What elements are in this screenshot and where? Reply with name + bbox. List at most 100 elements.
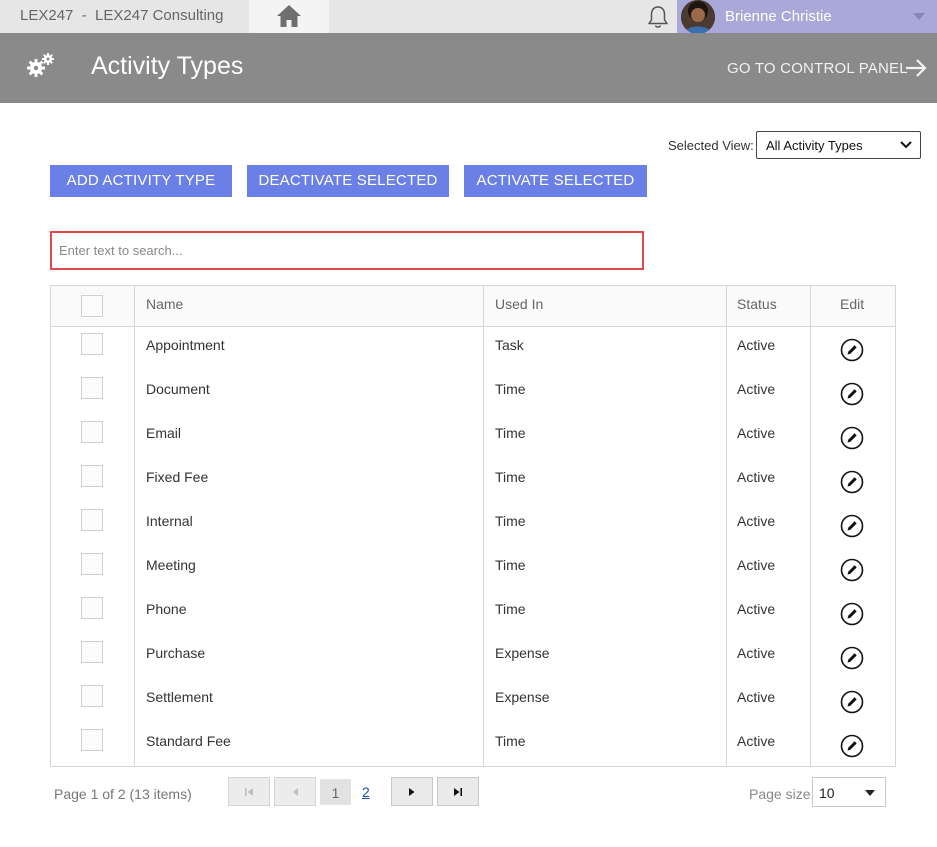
- user-menu[interactable]: Brienne Christie: [677, 0, 937, 34]
- page-title: Activity Types: [91, 52, 244, 80]
- table-row: Fixed Fee Time Active: [51, 459, 895, 503]
- row-name: Phone: [146, 601, 187, 617]
- row-status: Active: [737, 601, 776, 617]
- table-row: Standard Fee Time Active: [51, 723, 895, 767]
- chevron-down-icon: [900, 141, 912, 149]
- page-header: Activity Types GO TO CONTROL PANEL: [0, 33, 937, 103]
- row-checkbox[interactable]: [81, 333, 103, 355]
- edit-icon[interactable]: [840, 470, 864, 494]
- activity-types-grid: Name Used In Status Edit Appointment Task…: [50, 285, 896, 767]
- edit-icon[interactable]: [840, 382, 864, 406]
- first-page-icon: [245, 787, 253, 796]
- selected-view-select[interactable]: All Activity Types: [756, 131, 921, 159]
- row-status: Active: [737, 557, 776, 573]
- bell-icon[interactable]: [645, 4, 671, 30]
- table-row: Purchase Expense Active: [51, 635, 895, 679]
- table-row: Settlement Expense Active: [51, 679, 895, 723]
- chevron-down-icon[interactable]: [913, 13, 925, 20]
- last-page-icon: [454, 787, 462, 796]
- table-row: Document Time Active: [51, 371, 895, 415]
- row-checkbox[interactable]: [81, 729, 103, 751]
- row-checkbox[interactable]: [81, 377, 103, 399]
- user-name[interactable]: Brienne Christie: [725, 8, 832, 25]
- row-used-in: Time: [495, 381, 526, 397]
- row-used-in: Expense: [495, 689, 550, 705]
- control-panel-link[interactable]: GO TO CONTROL PANEL: [727, 60, 908, 77]
- avatar-image: [681, 0, 715, 34]
- deactivate-selected-button[interactable]: DEACTIVATE SELECTED: [247, 165, 449, 197]
- row-checkbox[interactable]: [81, 685, 103, 707]
- row-status: Active: [737, 381, 776, 397]
- row-used-in: Time: [495, 557, 526, 573]
- table-row: Internal Time Active: [51, 503, 895, 547]
- pager-info: Page 1 of 2 (13 items): [54, 786, 192, 802]
- top-bar: LEX247 - LEX247 Consulting Brienne Chris…: [0, 0, 937, 34]
- avatar[interactable]: [681, 0, 715, 34]
- row-checkbox[interactable]: [81, 553, 103, 575]
- edit-icon[interactable]: [840, 426, 864, 450]
- row-checkbox[interactable]: [81, 597, 103, 619]
- gears-icon: [27, 53, 54, 77]
- edit-icon[interactable]: [840, 338, 864, 362]
- column-header-edit: Edit: [840, 296, 865, 312]
- row-checkbox[interactable]: [81, 641, 103, 663]
- edit-icon[interactable]: [840, 558, 864, 582]
- column-header-name[interactable]: Name: [146, 296, 183, 312]
- activate-selected-button[interactable]: ACTIVATE SELECTED: [464, 165, 647, 197]
- row-name: Meeting: [146, 557, 196, 573]
- row-checkbox[interactable]: [81, 421, 103, 443]
- row-status: Active: [737, 513, 776, 529]
- row-status: Active: [737, 425, 776, 441]
- selected-view-value: All Activity Types: [766, 138, 863, 153]
- column-header-used-in[interactable]: Used In: [495, 296, 543, 312]
- edit-icon[interactable]: [840, 514, 864, 538]
- row-used-in: Time: [495, 425, 526, 441]
- caret-down-icon: [865, 790, 875, 796]
- first-page-button[interactable]: [228, 777, 270, 806]
- row-status: Active: [737, 469, 776, 485]
- arrow-right-icon[interactable]: [904, 57, 928, 79]
- previous-page-icon: [293, 787, 298, 796]
- table-row: Appointment Task Active: [51, 327, 895, 371]
- row-name: Purchase: [146, 645, 206, 661]
- page-size-select[interactable]: 10: [812, 777, 886, 807]
- previous-page-button[interactable]: [274, 777, 316, 806]
- row-name: Standard Fee: [146, 733, 231, 749]
- edit-icon[interactable]: [840, 602, 864, 626]
- row-name: Document: [146, 381, 210, 397]
- row-checkbox[interactable]: [81, 509, 103, 531]
- last-page-button[interactable]: [437, 777, 479, 806]
- grid-header: Name Used In Status Edit: [51, 286, 895, 327]
- edit-icon[interactable]: [840, 646, 864, 670]
- page-size-value: 10: [819, 785, 835, 801]
- edit-icon[interactable]: [840, 690, 864, 714]
- next-page-button[interactable]: [391, 777, 433, 806]
- search-input[interactable]: [50, 231, 644, 270]
- row-name: Email: [146, 425, 182, 441]
- row-used-in: Time: [495, 601, 526, 617]
- selected-view-label: Selected View:: [668, 138, 754, 153]
- page-1-button[interactable]: 1: [320, 779, 351, 805]
- add-activity-type-button[interactable]: ADD ACTIVITY TYPE: [50, 165, 232, 197]
- row-checkbox[interactable]: [81, 465, 103, 487]
- row-used-in: Time: [495, 469, 526, 485]
- row-name: Internal: [146, 513, 193, 529]
- home-tab[interactable]: [249, 0, 329, 33]
- table-row: Phone Time Active: [51, 591, 895, 635]
- row-used-in: Time: [495, 733, 526, 749]
- row-status: Active: [737, 689, 776, 705]
- row-used-in: Expense: [495, 645, 550, 661]
- row-status: Active: [737, 733, 776, 749]
- edit-icon[interactable]: [840, 734, 864, 758]
- row-name: Appointment: [146, 337, 225, 353]
- page-2-link[interactable]: 2: [362, 784, 370, 800]
- column-header-status[interactable]: Status: [737, 296, 777, 312]
- row-status: Active: [737, 645, 776, 661]
- home-icon: [277, 5, 301, 27]
- select-all-checkbox[interactable]: [81, 295, 103, 317]
- next-page-icon: [409, 787, 415, 796]
- row-name: Settlement: [146, 689, 213, 705]
- table-row: Meeting Time Active: [51, 547, 895, 591]
- page-size-label: Page size:: [749, 786, 815, 802]
- row-status: Active: [737, 337, 776, 353]
